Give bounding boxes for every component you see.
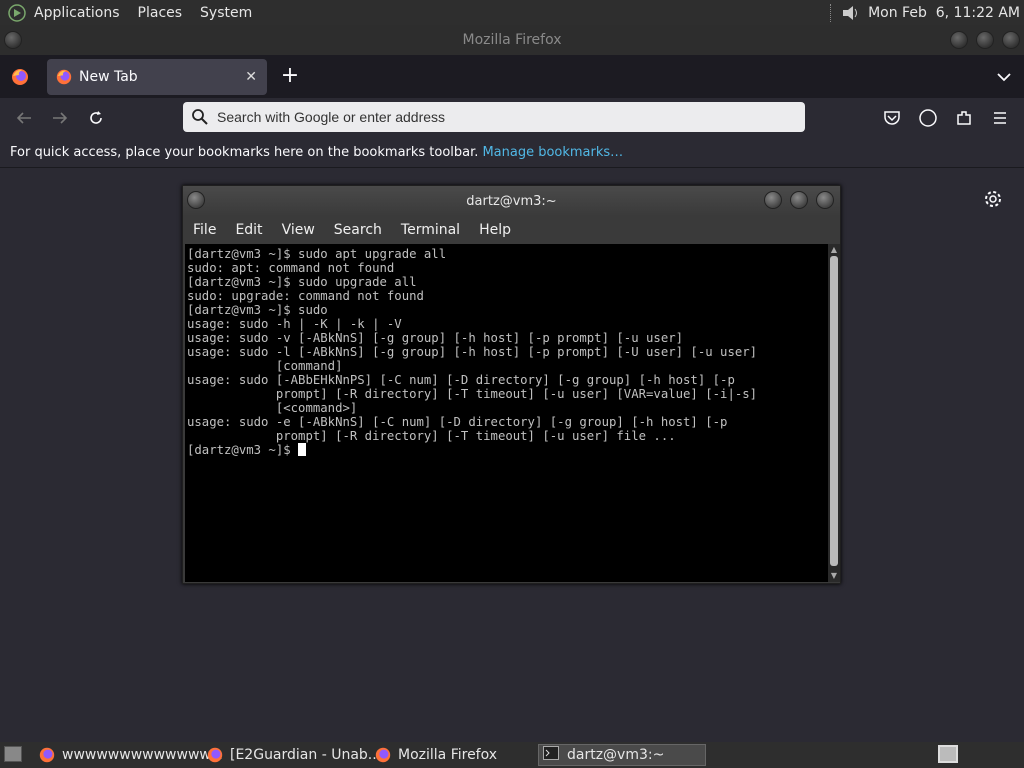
close-window-button[interactable] [1002, 31, 1020, 49]
taskbar-item[interactable]: Mozilla Firefox [374, 744, 497, 766]
bottom-taskbar: wwwwwwwwwwwww... [E2Guardian - Unab... M… [0, 742, 1024, 768]
menu-file[interactable]: File [193, 222, 216, 238]
terminal-line: sudo: apt: command not found [187, 261, 395, 275]
maximize-button[interactable] [976, 31, 994, 49]
terminal-line: prompt] [-R directory] [-T timeout] [-u … [187, 429, 676, 443]
menu-edit[interactable]: Edit [235, 222, 262, 238]
account-icon[interactable] [918, 108, 938, 128]
chevron-down-icon[interactable] [994, 67, 1014, 87]
scrollbar-thumb[interactable] [830, 256, 838, 566]
taskbar-item-active[interactable]: dartz@vm3:~ [538, 744, 706, 766]
terminal-title: dartz@vm3:~ [466, 193, 557, 209]
close-tab-icon[interactable]: ✕ [245, 69, 257, 85]
menu-view[interactable]: View [282, 222, 315, 238]
url-bar[interactable] [183, 102, 805, 132]
pocket-icon[interactable] [882, 108, 902, 128]
extensions-icon[interactable] [954, 108, 974, 128]
window-title: Mozilla Firefox [462, 32, 562, 48]
terminal-scrollbar[interactable]: ▲ ▼ [828, 244, 840, 582]
terminal-line: usage: sudo -l [-ABkNnS] [-g group] [-h … [187, 345, 758, 359]
taskbar-item[interactable]: [E2Guardian - Unab... [206, 744, 381, 766]
menu-terminal[interactable]: Terminal [401, 222, 460, 238]
window-titlebar: Mozilla Firefox [0, 25, 1024, 55]
terminal-prompt-line[interactable]: [dartz@vm3 ~]$ [187, 443, 826, 457]
terminal-line: prompt] [-R directory] [-T timeout] [-u … [187, 387, 758, 401]
window-menu-button[interactable] [4, 31, 22, 49]
show-desktop-icon[interactable] [4, 746, 22, 762]
menu-search[interactable]: Search [334, 222, 382, 238]
terminal-line: usage: sudo [-ABbEHkNnPS] [-C num] [-D d… [187, 373, 735, 387]
taskbar-item-label: wwwwwwwwwwwww... [62, 747, 223, 763]
search-icon [191, 108, 209, 126]
address-input[interactable] [217, 109, 777, 125]
tab-bar: New Tab ✕ + [0, 55, 1024, 98]
top-panel: Applications Places System Mon Feb 6, 11… [0, 0, 1024, 25]
terminal-line: [command] [187, 359, 343, 373]
applications-menu[interactable]: Applications [34, 5, 120, 21]
terminal-titlebar[interactable]: dartz@vm3:~ [183, 186, 840, 216]
gnome-foot-icon[interactable] [6, 2, 28, 24]
terminal-maximize-button[interactable] [790, 191, 808, 209]
terminal-close-button[interactable] [816, 191, 834, 209]
terminal-menubar: File Edit View Search Terminal Help [183, 216, 840, 244]
forward-arrow-icon[interactable] [50, 108, 70, 128]
taskbar-item-label: dartz@vm3:~ [567, 747, 665, 763]
text-cursor [298, 443, 307, 456]
scroll-up-icon[interactable]: ▲ [830, 246, 838, 254]
tab-label: New Tab [79, 69, 138, 85]
clock[interactable]: Mon Feb 6, 11:22 AM [868, 5, 1020, 21]
terminal-line: [dartz@vm3 ~]$ sudo [187, 303, 328, 317]
taskbar-item-label: Mozilla Firefox [398, 747, 498, 763]
panel-separator [830, 3, 832, 22]
terminal-line: usage: sudo -h | -K | -k | -V [187, 317, 402, 331]
terminal-minimize-button[interactable] [764, 191, 782, 209]
navigation-toolbar [0, 98, 1024, 138]
bookmarks-toolbar: For quick access, place your bookmarks h… [0, 138, 1024, 168]
reload-icon[interactable] [86, 108, 106, 128]
terminal-line: usage: sudo -e [-ABkNnS] [-C num] [-D di… [187, 415, 728, 429]
menu-help[interactable]: Help [479, 222, 511, 238]
terminal-window-menu-button[interactable] [187, 191, 205, 209]
terminal-line: [dartz@vm3 ~]$ sudo apt upgrade all [187, 247, 447, 261]
minimize-button[interactable] [950, 31, 968, 49]
firefox-icon [55, 68, 73, 86]
taskbar-item[interactable]: wwwwwwwwwwwww... [38, 744, 223, 766]
terminal-window[interactable]: dartz@vm3:~ File Edit View Search Termin… [182, 185, 841, 584]
firefox-icon [38, 746, 56, 764]
system-menu[interactable]: System [200, 5, 252, 21]
gear-icon[interactable] [983, 189, 1003, 209]
back-arrow-icon[interactable] [14, 108, 34, 128]
places-menu[interactable]: Places [138, 5, 183, 21]
tab-new-tab[interactable]: New Tab ✕ [47, 59, 267, 95]
terminal-line: usage: sudo -v [-ABkNnS] [-g group] [-h … [187, 331, 684, 345]
terminal-line: [dartz@vm3 ~]$ sudo upgrade all [187, 275, 417, 289]
terminal-output[interactable]: [dartz@vm3 ~]$ sudo apt upgrade all sudo:… [185, 244, 828, 582]
terminal-line: [<command>] [187, 401, 358, 415]
firefox-view-icon[interactable] [10, 67, 30, 87]
new-tab-button[interactable]: + [280, 64, 300, 88]
firefox-icon [374, 746, 392, 764]
manage-bookmarks-link[interactable]: Manage bookmarks… [482, 145, 623, 160]
volume-icon[interactable] [840, 2, 862, 24]
terminal-line: sudo: upgrade: command not found [187, 289, 424, 303]
taskbar-item-label: [E2Guardian - Unab... [230, 747, 382, 763]
terminal-icon [543, 746, 561, 764]
workspace-switcher[interactable] [938, 745, 958, 763]
terminal-prompt: [dartz@vm3 ~]$ [187, 443, 299, 457]
hamburger-menu-icon[interactable] [990, 108, 1010, 128]
firefox-icon [206, 746, 224, 764]
scroll-down-icon[interactable]: ▼ [830, 572, 838, 580]
bookmarks-hint: For quick access, place your bookmarks h… [10, 145, 479, 160]
